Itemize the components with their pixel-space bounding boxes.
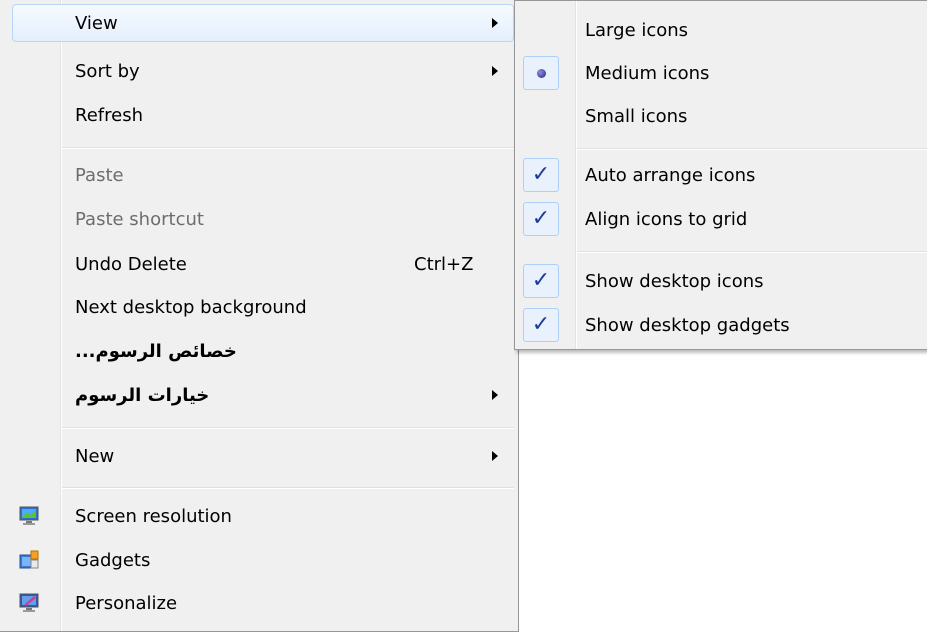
menu-item-personalize[interactable]: Personalize: [0, 584, 518, 622]
submenu-item-large-icons[interactable]: Large icons: [515, 11, 927, 49]
submenu-arrow-icon: [492, 390, 498, 400]
menu-item-graphics-options-label: خيارات الرسوم: [75, 384, 210, 406]
menu-separator: [62, 487, 514, 489]
menu-item-undo-delete-shortcut: Ctrl+Z: [414, 253, 474, 275]
menu-item-paste-shortcut: Paste shortcut: [0, 200, 518, 238]
submenu-item-align-icons-to-grid-label: Align icons to grid: [585, 208, 748, 230]
radio-dot-icon: [536, 68, 546, 78]
gadgets-icon: [19, 550, 39, 569]
radio-indicator: [523, 56, 559, 90]
submenu-item-show-desktop-gadgets-label: Show desktop gadgets: [585, 314, 790, 336]
view-submenu: Large icons Medium icons Small icons ✓ A…: [514, 0, 927, 350]
checkmark-icon: ✓: [531, 162, 551, 187]
submenu-item-auto-arrange-icons-label: Auto arrange icons: [585, 164, 756, 186]
checkmark-icon: ✓: [531, 206, 551, 231]
check-indicator: ✓: [523, 202, 559, 236]
menu-item-new-label: New: [75, 445, 115, 467]
submenu-item-align-icons-to-grid[interactable]: ✓ Align icons to grid: [515, 200, 927, 238]
menu-item-view-label: View: [75, 12, 118, 34]
menu-item-screen-resolution-label: Screen resolution: [75, 505, 232, 527]
submenu-item-medium-icons[interactable]: Medium icons: [515, 54, 927, 92]
desktop-context-menu: View Sort by Refresh Paste Paste shortcu…: [0, 0, 519, 632]
menu-item-undo-delete-label: Undo Delete: [75, 253, 187, 275]
menu-separator: [62, 427, 514, 429]
submenu-arrow-icon: [492, 451, 498, 461]
personalize-icon: [19, 593, 39, 612]
submenu-item-show-desktop-icons[interactable]: ✓ Show desktop icons: [515, 262, 927, 300]
menu-separator: [62, 147, 514, 149]
menu-item-personalize-label: Personalize: [75, 592, 178, 614]
menu-item-paste-shortcut-label: Paste shortcut: [75, 208, 204, 230]
menu-item-sort-by[interactable]: Sort by: [0, 52, 518, 90]
menu-item-undo-delete[interactable]: Undo Delete Ctrl+Z: [0, 245, 518, 283]
submenu-arrow-icon: [492, 66, 498, 76]
submenu-item-small-icons-label: Small icons: [585, 105, 688, 127]
submenu-separator: [577, 251, 927, 253]
menu-item-graphics-options[interactable]: خيارات الرسوم: [0, 376, 518, 414]
menu-item-next-desktop-background-label: Next desktop background: [75, 296, 307, 318]
menu-item-gadgets[interactable]: Gadgets: [0, 541, 518, 579]
checkmark-icon: ✓: [531, 268, 551, 293]
check-indicator: ✓: [523, 158, 559, 192]
submenu-arrow-icon: [492, 18, 498, 28]
submenu-item-medium-icons-label: Medium icons: [585, 62, 710, 84]
submenu-item-small-icons[interactable]: Small icons: [515, 97, 927, 135]
submenu-item-show-desktop-gadgets[interactable]: ✓ Show desktop gadgets: [515, 306, 927, 344]
submenu-item-auto-arrange-icons[interactable]: ✓ Auto arrange icons: [515, 156, 927, 194]
menu-item-refresh-label: Refresh: [75, 104, 143, 126]
menu-item-view[interactable]: View: [0, 4, 518, 42]
menu-item-paste: Paste: [0, 156, 518, 194]
menu-item-graphics-properties[interactable]: ...خصائص الرسوم: [0, 332, 518, 370]
menu-item-graphics-properties-label: ...خصائص الرسوم: [75, 340, 237, 362]
menu-item-screen-resolution[interactable]: Screen resolution: [0, 497, 518, 535]
submenu-separator: [577, 148, 927, 150]
menu-item-sort-by-label: Sort by: [75, 60, 140, 82]
submenu-item-large-icons-label: Large icons: [585, 19, 689, 41]
menu-item-paste-label: Paste: [75, 164, 124, 186]
checkmark-icon: ✓: [531, 312, 551, 337]
check-indicator: ✓: [523, 308, 559, 342]
menu-item-gadgets-label: Gadgets: [75, 549, 151, 571]
menu-item-next-desktop-background[interactable]: Next desktop background: [0, 288, 518, 326]
menu-item-new[interactable]: New: [0, 437, 518, 475]
menu-item-refresh[interactable]: Refresh: [0, 96, 518, 134]
monitor-icon: [19, 506, 39, 525]
submenu-item-show-desktop-icons-label: Show desktop icons: [585, 270, 764, 292]
check-indicator: ✓: [523, 264, 559, 298]
